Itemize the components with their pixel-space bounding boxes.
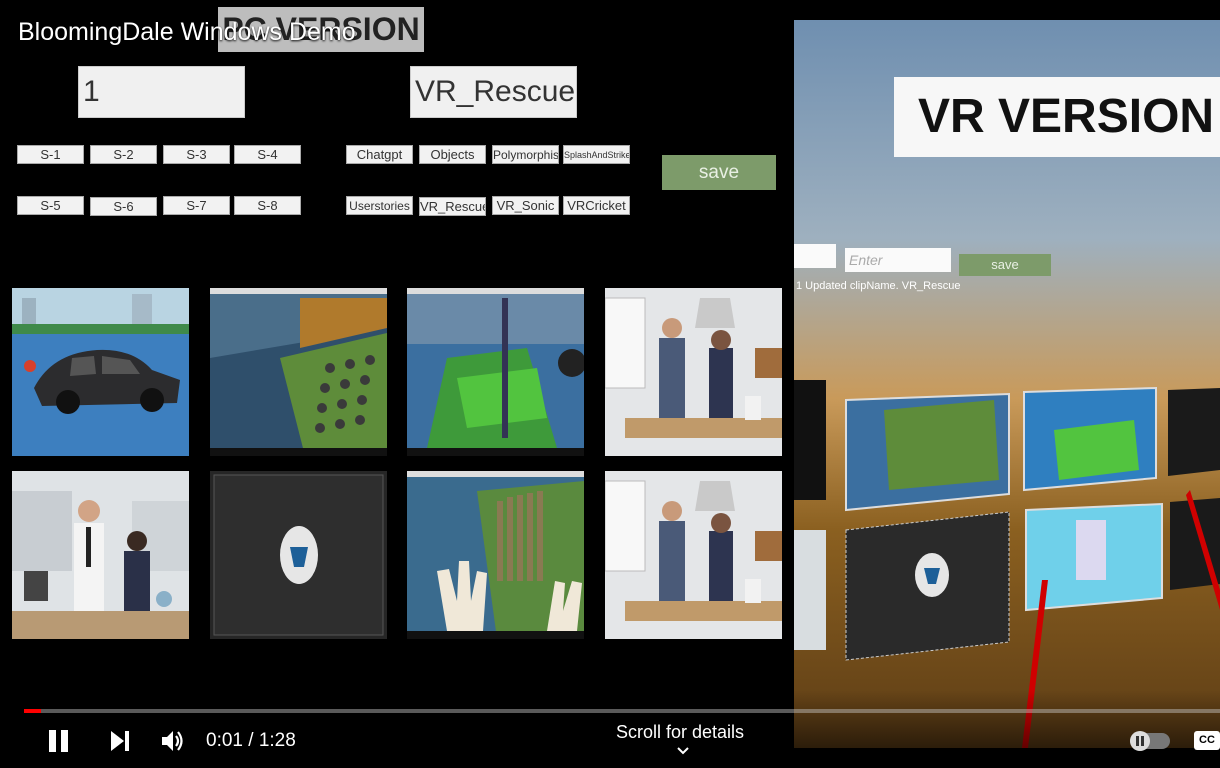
clip-button-chatgpt[interactable]: Chatgpt [346, 145, 413, 164]
clip-number-field[interactable]: 1 [78, 66, 245, 118]
scene-button-s1[interactable]: S-1 [17, 145, 84, 164]
vr-number-field[interactable] [794, 244, 836, 268]
scene-button-s7[interactable]: S-7 [163, 196, 230, 215]
clip-name-field[interactable]: VR_Rescue [410, 66, 577, 118]
thumbnail-vr-rescue-car[interactable] [12, 288, 189, 456]
next-icon[interactable] [108, 729, 132, 753]
video-title[interactable]: BloomingDale Windows Demo [18, 18, 356, 47]
progress-played [24, 709, 41, 713]
clip-button-objects[interactable]: Objects [419, 145, 486, 164]
scene-button-s2[interactable]: S-2 [90, 145, 157, 164]
clip-button-vrcricket[interactable]: VRCricket [563, 196, 630, 215]
captions-icon[interactable]: CC [1194, 731, 1220, 750]
thumbnail-blank-clip[interactable] [210, 471, 387, 639]
vr-save-button[interactable]: save [959, 254, 1051, 276]
progress-bar[interactable] [24, 709, 1220, 713]
clip-button-vr-rescue[interactable]: VR_Rescue [419, 197, 486, 216]
volume-icon[interactable] [160, 729, 186, 753]
vr-version-banner: VR VERSION [894, 77, 1220, 157]
save-button[interactable]: save [662, 155, 776, 190]
scene-button-s5[interactable]: S-5 [17, 196, 84, 215]
scene-button-s8[interactable]: S-8 [234, 196, 301, 215]
thumbnail-kitchen-presenters-2[interactable] [605, 471, 782, 639]
time-separator: / [248, 730, 259, 751]
scroll-for-details[interactable]: Scroll for details [616, 722, 744, 743]
time-display: 0:01 / 1:28 [206, 730, 296, 752]
time-total: 1:28 [258, 730, 296, 751]
thumbnail-vr-game-2[interactable] [407, 288, 584, 456]
scene-button-s6[interactable]: S-6 [90, 197, 157, 216]
thumbnail-vr-game-1[interactable] [210, 288, 387, 456]
clip-button-vr-sonic[interactable]: VR_Sonic [492, 196, 559, 215]
autoplay-toggle[interactable] [1130, 731, 1170, 751]
vr-status-text: 1 Updated clipName. VR_Rescue [796, 280, 961, 292]
scene-button-s4[interactable]: S-4 [234, 145, 301, 164]
clip-button-splashandstrike[interactable]: SplashAndStrike [563, 145, 630, 164]
vr-name-input[interactable]: Enter [845, 248, 951, 272]
thumbnail-studio-presenters[interactable] [12, 471, 189, 639]
thumbnail-vr-hands[interactable] [407, 471, 584, 639]
chevron-down-icon[interactable] [676, 746, 690, 756]
clip-button-userstories[interactable]: Userstories [346, 196, 413, 215]
autoplay-knob [1130, 731, 1150, 751]
time-current: 0:01 [206, 730, 243, 751]
clip-button-polymorphism[interactable]: Polymorphism [492, 145, 559, 164]
scene-button-s3[interactable]: S-3 [163, 145, 230, 164]
thumbnail-kitchen-presenters-1[interactable] [605, 288, 782, 456]
pause-icon[interactable] [48, 729, 70, 753]
vr-view: VR VERSION Enter save 1 Updated clipName… [794, 20, 1220, 748]
